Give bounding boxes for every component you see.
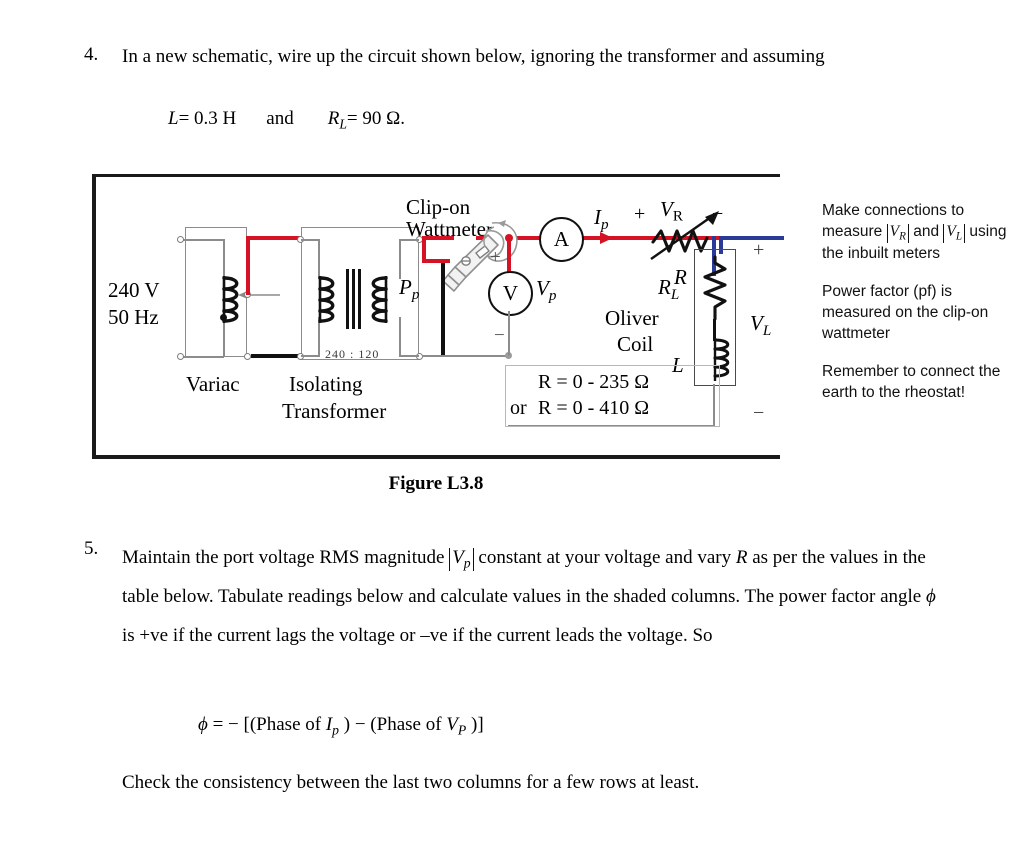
rheostat-range-line-2: R = 0 - 410 Ω xyxy=(538,397,650,419)
question-4-text: In a new schematic, wire up the circuit … xyxy=(122,46,825,67)
vr-plus-sign: + xyxy=(634,203,646,225)
given-and: and xyxy=(266,108,294,129)
variac-to-transformer-red-vertical xyxy=(246,236,250,295)
annotation-pf-note: Power factor (pf) is measured on the cli… xyxy=(822,283,989,343)
vl-minus-sign: − xyxy=(753,402,765,424)
transformer-primary-top-link xyxy=(301,239,320,241)
voltmeter-symbol: V xyxy=(488,271,533,316)
circuit-schematic: 240 V 50 Hz Variac 240: 120 Isolating T… xyxy=(96,177,784,462)
isolating-label: Isolating xyxy=(289,372,363,396)
rheostat-range-or: or xyxy=(510,397,527,419)
ip-label: Ip xyxy=(594,205,609,233)
variac-wiper-arrow-icon xyxy=(238,291,280,299)
formula-middle: ) − (Phase of xyxy=(339,714,447,735)
formula-end: )] xyxy=(466,714,484,735)
annotation-earth-note: Remember to connect the earth to the rhe… xyxy=(822,363,1001,402)
bottom-rail-left xyxy=(422,355,508,357)
formula-equals: = − [(Phase of xyxy=(212,714,326,735)
variac-terminal-top-left[interactable] xyxy=(177,236,184,243)
transformer-core-line-2 xyxy=(352,269,355,329)
variac-bottom-lead xyxy=(180,356,224,358)
inductance-value: = 0.3 H xyxy=(178,108,237,129)
question-5-number: 5. xyxy=(84,538,99,559)
phase-angle-formula: ϕ = − [(Phase of Ip ) − (Phase of VP )] xyxy=(198,714,484,738)
variac-terminal-bottom-left[interactable] xyxy=(177,353,184,360)
given-values-line: L= 0.3 Hand RL= 90 Ω. xyxy=(168,108,405,132)
rl-label: RL xyxy=(658,275,680,303)
q5-line1-r-symbol: R xyxy=(735,547,748,568)
q5-line3-part-a: columns. The power factor angle xyxy=(670,586,926,607)
q5-line1-part-a: Maintain the port voltage RMS magnitude xyxy=(122,547,450,568)
figure-frame: 240 V 50 Hz Variac 240: 120 Isolating T… xyxy=(92,174,784,459)
transformer-label: Transformer xyxy=(282,399,387,423)
vl-plus-sign: + xyxy=(753,239,765,261)
q5-line1-part-b: constant at your voltage and vary xyxy=(473,547,736,568)
question-5-closing-line: Check the consistency between the last t… xyxy=(122,772,700,793)
vp-magnitude-notation: Vp xyxy=(449,548,474,571)
variac-to-transformer-red-horizontal xyxy=(246,236,300,240)
question-5-body: Maintain the port voltage RMS magnitude … xyxy=(122,538,942,655)
vl-magnitude-notation: VL xyxy=(943,223,966,244)
vp-minus-sign: − xyxy=(494,325,505,346)
transformer-turns-ratio-label: 240 : 120 xyxy=(325,347,380,361)
wattmeter-black-lead xyxy=(441,263,445,357)
coil-resistance-symbol: R xyxy=(327,108,340,129)
inductance-symbol: L xyxy=(168,108,179,129)
variac-label: Variac xyxy=(186,372,240,396)
variac-to-transformer-black xyxy=(251,354,300,358)
q5-line3-part-b: is +ve if the current lags the voltage o… xyxy=(122,625,551,646)
voltmeter-red-lead xyxy=(507,236,511,272)
question-4-number: 4. xyxy=(84,44,99,65)
q5-line4: leads the voltage. So xyxy=(555,625,713,646)
transformer-primary-bottom-link xyxy=(301,355,320,357)
vp-plus-sign: + xyxy=(490,247,501,268)
formula-phi: ϕ xyxy=(198,714,208,735)
formula-voltage-symbol: V xyxy=(446,714,458,735)
vr-magnitude-notation: VR xyxy=(886,223,909,244)
voltmeter-gray-lead xyxy=(508,311,510,355)
coil-resistance-subscript: L xyxy=(339,116,347,132)
q5-phi-symbol: ϕ xyxy=(925,586,936,607)
formula-voltage-subscript: P xyxy=(457,722,467,738)
transformer-core-line-3 xyxy=(358,269,361,329)
ammeter-symbol: A xyxy=(539,217,584,262)
oliver-label: Oliver xyxy=(605,306,659,330)
transformer-secondary-coil-icon xyxy=(371,276,388,323)
variac-terminal-common[interactable] xyxy=(244,353,251,360)
q5-line1-part-c: as per xyxy=(747,547,798,568)
variac-tap-node xyxy=(220,314,227,321)
vp-label: Vp xyxy=(536,276,557,304)
annotation-measure-note: Make connections to measure VR and VL us… xyxy=(822,202,1007,263)
formula-current-subscript: p xyxy=(332,722,340,738)
coil-resistance-value: = 90 Ω. xyxy=(346,108,406,129)
transformer-primary-coil-icon xyxy=(318,276,335,323)
coil-resistance-symbol xyxy=(703,255,727,321)
transformer-secondary-bottom-link xyxy=(399,355,419,357)
transformer-core-line-1 xyxy=(346,269,349,329)
figure-caption: Figure L3.8 xyxy=(388,473,484,494)
annotation-panel: Make connections to measure VR and VL us… xyxy=(822,200,1010,420)
source-voltage-label: 240 V xyxy=(108,278,160,302)
vl-label: VL xyxy=(750,311,772,339)
variac-top-lead xyxy=(180,239,224,241)
source-frequency-label: 50 Hz xyxy=(108,305,159,329)
coil-label: Coil xyxy=(617,332,654,356)
rheostat-range-line-1: R = 0 - 235 Ω xyxy=(538,371,650,393)
power-p-label: Pp xyxy=(399,275,420,303)
